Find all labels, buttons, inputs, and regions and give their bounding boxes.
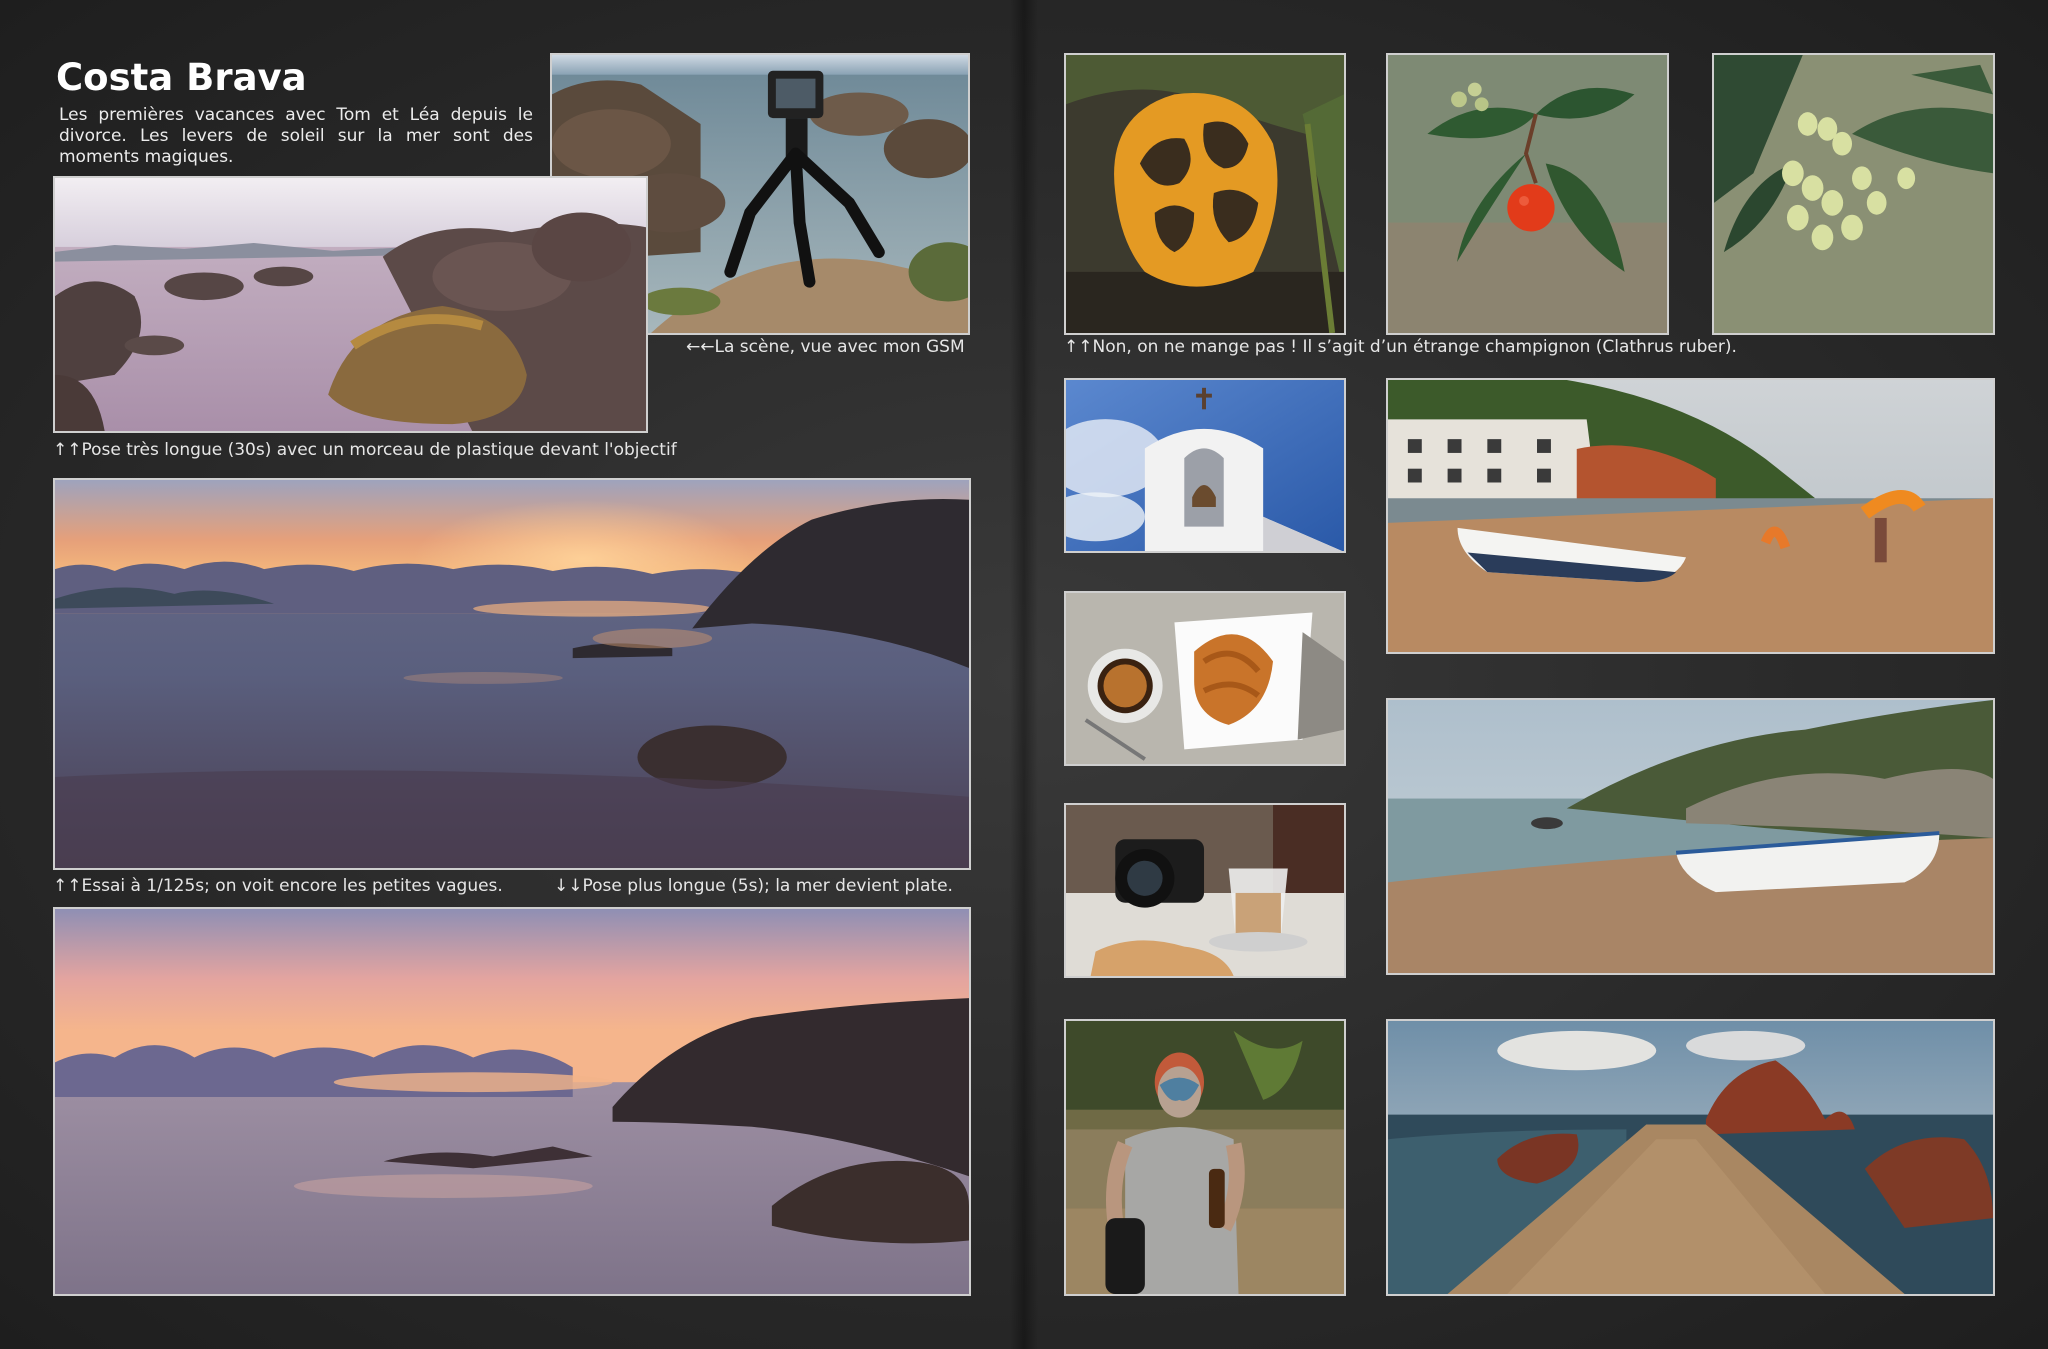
photo-rock-pier[interactable] bbox=[1386, 1019, 1995, 1296]
photo-boat-village-beach[interactable] bbox=[1386, 378, 1995, 654]
page-title: Costa Brava bbox=[56, 56, 307, 99]
photo-coffee-croissant[interactable] bbox=[1064, 591, 1346, 766]
intro-text: Les premières vacances avec Tom et Léa d… bbox=[59, 105, 533, 167]
page-spine bbox=[1010, 0, 1038, 1349]
caption-mushroom: ↑↑Non, on ne mange pas ! Il s’agit d’un … bbox=[1064, 337, 1737, 357]
caption-slow-shutter: ↓↓Pose plus longue (5s); la mer devient … bbox=[554, 876, 953, 896]
photo-mushroom[interactable] bbox=[1064, 53, 1346, 335]
photo-sunset-fast-shutter[interactable] bbox=[53, 478, 971, 870]
photo-sunset-slow-shutter[interactable] bbox=[53, 907, 971, 1296]
caption-long-exposure: ↑↑Pose très longue (30s) avec un morceau… bbox=[53, 440, 677, 460]
photo-long-exposure-rocks[interactable] bbox=[53, 176, 648, 433]
photo-painted-face-man[interactable] bbox=[1064, 1019, 1346, 1296]
caption-tripod-scene: ←←La scène, vue avec mon GSM bbox=[686, 337, 965, 357]
photo-bell-chapel[interactable] bbox=[1064, 378, 1346, 553]
caption-fast-shutter: ↑↑Essai à 1/125s; on voit encore les pet… bbox=[53, 876, 503, 896]
photo-arbutus-fruit[interactable] bbox=[1386, 53, 1669, 335]
photo-camera-coffee[interactable] bbox=[1064, 803, 1346, 978]
photo-white-boat-beach[interactable] bbox=[1386, 698, 1995, 975]
photo-arbutus-flowers[interactable] bbox=[1712, 53, 1995, 335]
